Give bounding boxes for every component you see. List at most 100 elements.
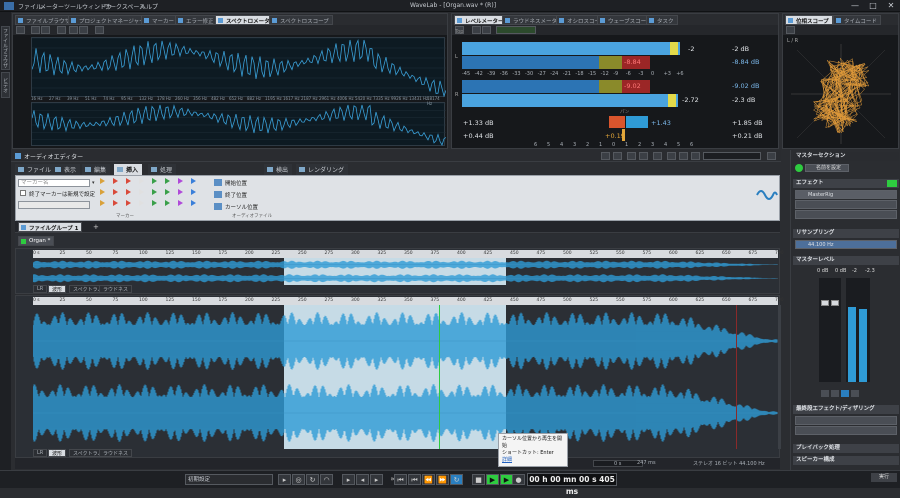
menu-icon[interactable] bbox=[786, 26, 795, 34]
end-pos-button[interactable]: 終了位置 bbox=[225, 191, 247, 199]
file-tab-organ[interactable]: Organ * bbox=[18, 236, 55, 246]
final-slot-2[interactable] bbox=[795, 426, 897, 435]
insert-marker-icon[interactable] bbox=[139, 178, 144, 184]
insert-marker-icon[interactable] bbox=[100, 200, 105, 206]
close-button[interactable]: ✕ bbox=[882, 0, 900, 12]
power-icon[interactable] bbox=[795, 164, 803, 172]
tab-phase-scope[interactable]: 位相スコープ bbox=[785, 15, 833, 25]
editor-menu-icon[interactable] bbox=[767, 152, 776, 160]
insert-marker-icon[interactable] bbox=[165, 189, 170, 195]
play-start-icon[interactable]: ▸ bbox=[342, 474, 355, 485]
marker-type-combo[interactable] bbox=[18, 201, 90, 209]
cursor-pos-button[interactable]: カーソル位置 bbox=[225, 203, 258, 211]
insert-marker-icon[interactable] bbox=[100, 178, 105, 184]
prev-marker-icon[interactable]: ⏮ bbox=[408, 474, 421, 485]
insert-marker-icon[interactable] bbox=[139, 200, 144, 206]
insert-marker-icon[interactable] bbox=[191, 178, 196, 184]
marker-name-dropdown-icon[interactable]: ▾ bbox=[92, 180, 95, 186]
lock-icon[interactable] bbox=[841, 390, 849, 397]
insert-marker-icon[interactable] bbox=[126, 178, 131, 184]
tab-project-manager[interactable]: プロジェクトマネージャー bbox=[68, 15, 149, 25]
export-icon[interactable] bbox=[79, 26, 88, 34]
menu-help[interactable]: ヘルプ bbox=[140, 2, 158, 11]
tooltip-more-link[interactable]: 詳細 bbox=[502, 457, 564, 464]
effects-bypass-icon[interactable] bbox=[887, 180, 897, 187]
open-icon[interactable] bbox=[613, 152, 622, 160]
editor-dropdown[interactable] bbox=[703, 152, 761, 160]
fader-l[interactable] bbox=[821, 300, 829, 306]
insert-marker-icon[interactable] bbox=[152, 200, 157, 206]
reset-icon[interactable] bbox=[851, 390, 859, 397]
menu-workspace[interactable]: ワークスペース bbox=[104, 2, 145, 11]
fader-r[interactable] bbox=[831, 300, 839, 306]
insert-marker-icon[interactable] bbox=[126, 200, 131, 206]
insert-marker-icon[interactable] bbox=[113, 200, 118, 206]
menu-meter[interactable]: メーター bbox=[40, 2, 64, 11]
skip-end-icon[interactable]: ▸ bbox=[370, 474, 383, 485]
insert-marker-icon[interactable] bbox=[165, 178, 170, 184]
speaker-config-header[interactable]: スピーカー構成 bbox=[793, 456, 899, 465]
tab-task[interactable]: タスク bbox=[646, 15, 678, 25]
stop-icon[interactable]: ■ bbox=[472, 474, 485, 485]
lane-tab-waveform[interactable]: 波形 bbox=[48, 449, 67, 457]
insert-marker-icon[interactable] bbox=[152, 189, 157, 195]
loop-icon[interactable]: ↻ bbox=[306, 474, 319, 485]
end-marker-checkbox[interactable] bbox=[20, 190, 26, 196]
insert-marker-icon[interactable] bbox=[178, 200, 183, 206]
hold-icon[interactable] bbox=[57, 26, 66, 34]
ribbon-tab-process[interactable]: 処理 bbox=[148, 164, 177, 175]
tab-timecode[interactable]: タイムコード bbox=[833, 15, 881, 25]
refresh-icon[interactable] bbox=[41, 26, 50, 34]
redo-icon[interactable] bbox=[679, 152, 688, 160]
file-group-tab[interactable]: ファイルグループ 1 bbox=[18, 222, 83, 232]
tab-markers[interactable]: マーカー bbox=[141, 15, 179, 25]
menu-icon[interactable] bbox=[16, 26, 25, 34]
record-icon[interactable]: ● bbox=[512, 474, 525, 485]
dp-icon[interactable] bbox=[831, 390, 839, 397]
fast-forward-icon[interactable]: ⏩ bbox=[436, 474, 449, 485]
ribbon-tab-render[interactable]: レンダリング bbox=[296, 164, 349, 175]
save-icon[interactable] bbox=[627, 152, 636, 160]
effect-slot-3[interactable] bbox=[795, 210, 897, 219]
preset-button[interactable]: 名前を設定 bbox=[805, 164, 849, 172]
menu-file[interactable]: ファイル bbox=[18, 2, 42, 11]
final-effects-header[interactable]: 最終段エフェクト/ディザリング bbox=[793, 405, 899, 414]
lane-tab-lr[interactable]: LR bbox=[33, 449, 48, 457]
vertical-scrollbar[interactable] bbox=[778, 305, 781, 449]
insert-marker-icon[interactable] bbox=[113, 178, 118, 184]
undo-icon[interactable] bbox=[667, 152, 676, 160]
insert-marker-icon[interactable] bbox=[191, 189, 196, 195]
insert-marker-icon[interactable] bbox=[191, 200, 196, 206]
insert-marker-icon[interactable] bbox=[178, 189, 183, 195]
insert-marker-icon[interactable] bbox=[113, 189, 118, 195]
effect-slot-1[interactable]: MasterRig bbox=[795, 190, 897, 199]
minimize-button[interactable]: — bbox=[846, 0, 864, 12]
maximize-button[interactable]: □ bbox=[864, 0, 882, 12]
resample-header[interactable]: リサンプリング bbox=[793, 229, 899, 238]
lane-tab-loudness[interactable]: ラウドネス bbox=[99, 449, 133, 457]
save-as-icon[interactable] bbox=[639, 152, 648, 160]
insert-marker-icon[interactable] bbox=[165, 200, 170, 206]
lane-tab-waveform[interactable]: 波形 bbox=[48, 285, 67, 293]
insert-marker-icon[interactable] bbox=[100, 189, 105, 195]
check-icon[interactable] bbox=[472, 26, 481, 34]
pre-roll-icon[interactable]: ◠ bbox=[320, 474, 333, 485]
play-icon[interactable]: ▶ bbox=[486, 474, 499, 485]
insert-marker-icon[interactable] bbox=[126, 189, 131, 195]
lane-tab-loudness[interactable]: ラウドネス bbox=[99, 285, 133, 293]
lane-tab-lr[interactable]: LR bbox=[33, 285, 48, 293]
insert-marker-icon[interactable] bbox=[152, 178, 157, 184]
status-position[interactable]: 0 s bbox=[593, 460, 643, 467]
tab-spectroscope[interactable]: スペクトロスコープ bbox=[269, 15, 333, 25]
mono-icon[interactable] bbox=[821, 390, 829, 397]
play-cursor-icon[interactable]: ▸ bbox=[278, 474, 291, 485]
master-render-button[interactable]: 実行 bbox=[871, 473, 897, 482]
record-cursor-icon[interactable]: ◎ bbox=[292, 474, 305, 485]
final-slot-1[interactable] bbox=[795, 416, 897, 425]
marker-name-input[interactable]: マーカー名 bbox=[18, 179, 90, 187]
transport-preset-select[interactable]: 初期設定 bbox=[185, 474, 273, 485]
time-display[interactable]: 00 h 00 mn 00 s 405 ms bbox=[527, 473, 617, 496]
master-level-header[interactable]: マスターレベル bbox=[793, 256, 899, 265]
add-group-icon[interactable]: + bbox=[93, 223, 99, 231]
go-start-icon[interactable]: ⏮ bbox=[394, 474, 407, 485]
